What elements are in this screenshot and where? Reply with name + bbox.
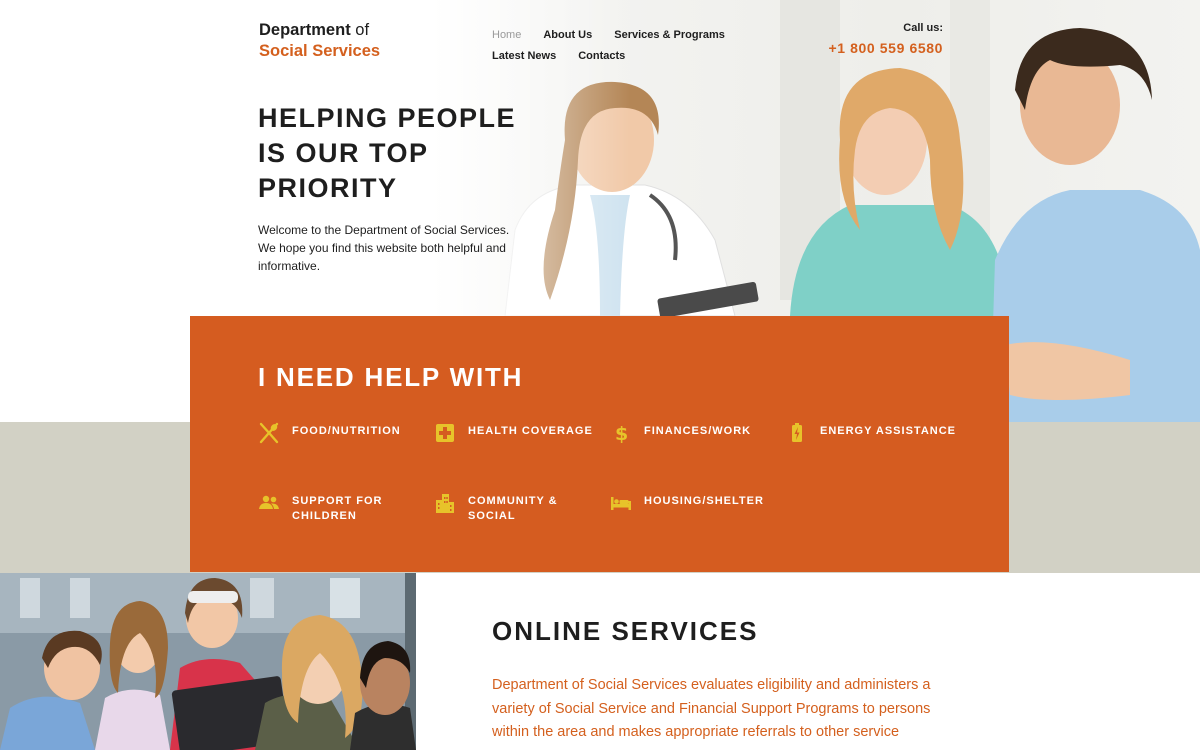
people-icon — [259, 495, 279, 509]
students-photo — [0, 573, 416, 750]
help-item-label: SUPPORT FOR CHILDREN — [292, 495, 383, 522]
site-logo[interactable]: Department of Social Services — [259, 20, 380, 62]
call-us-label: Call us: — [903, 22, 943, 34]
help-panel: I NEED HELP WITH FOOD/NUTRITION HEALTH C… — [190, 316, 1009, 572]
hero-headline-line3: PRIORITY — [258, 173, 398, 203]
help-item-children[interactable]: SUPPORT FOR CHILDREN — [258, 492, 428, 524]
bed-icon — [611, 497, 631, 510]
help-title: I NEED HELP WITH — [258, 362, 524, 392]
nav-contacts[interactable]: Contacts — [578, 50, 625, 62]
help-item-health[interactable]: HEALTH COVERAGE — [434, 422, 604, 444]
help-item-label: ENERGY ASSISTANCE — [820, 425, 956, 437]
nav-home[interactable]: Home — [492, 29, 521, 41]
help-item-community[interactable]: COMMUNITY & SOCIAL — [434, 492, 604, 524]
nav-services-programs[interactable]: Services & Programs — [614, 29, 725, 41]
online-services-title: ONLINE SERVICES — [492, 616, 759, 646]
phone-number-link[interactable]: +1 800 559 6580 — [829, 40, 944, 56]
help-item-finances[interactable]: $ FINANCES/WORK — [610, 422, 780, 444]
nav-about-us[interactable]: About Us — [543, 29, 592, 41]
battery-bolt-icon — [792, 423, 802, 442]
hero-headline: HELPING PEOPLE IS OUR TOP PRIORITY — [258, 101, 538, 206]
hero-headline-line2: IS OUR TOP — [258, 138, 429, 168]
help-item-label: FOOD/NUTRITION — [292, 425, 401, 437]
logo-line1: Department — [259, 21, 351, 39]
help-item-label: HEALTH COVERAGE — [468, 425, 593, 437]
svg-text:$: $ — [615, 423, 628, 444]
logo-line2: Social Services — [259, 42, 381, 60]
medical-cross-icon — [436, 424, 454, 442]
logo-of: of — [350, 21, 370, 39]
call-us-block: Call us: +1 800 559 6580 — [829, 22, 944, 56]
help-item-energy[interactable]: ENERGY ASSISTANCE — [786, 422, 956, 444]
nav-latest-news[interactable]: Latest News — [492, 50, 556, 62]
help-item-label: FINANCES/WORK — [644, 425, 752, 437]
help-item-housing[interactable]: HOUSING/SHELTER — [610, 492, 780, 514]
online-services-text: Department of Social Services evaluates … — [492, 677, 931, 740]
main-nav: Home About Us Services & Programs Latest… — [492, 24, 752, 66]
help-item-label: HOUSING/SHELTER — [644, 495, 764, 507]
dollar-icon: $ — [615, 423, 628, 444]
hero-intro-text: Welcome to the Department of Social Serv… — [258, 223, 510, 273]
utensils-icon — [259, 422, 279, 444]
hero-headline-line1: HELPING PEOPLE — [258, 103, 517, 133]
buildings-icon — [436, 494, 454, 513]
help-item-food[interactable]: FOOD/NUTRITION — [258, 422, 428, 444]
help-item-label: COMMUNITY & SOCIAL — [468, 495, 558, 522]
